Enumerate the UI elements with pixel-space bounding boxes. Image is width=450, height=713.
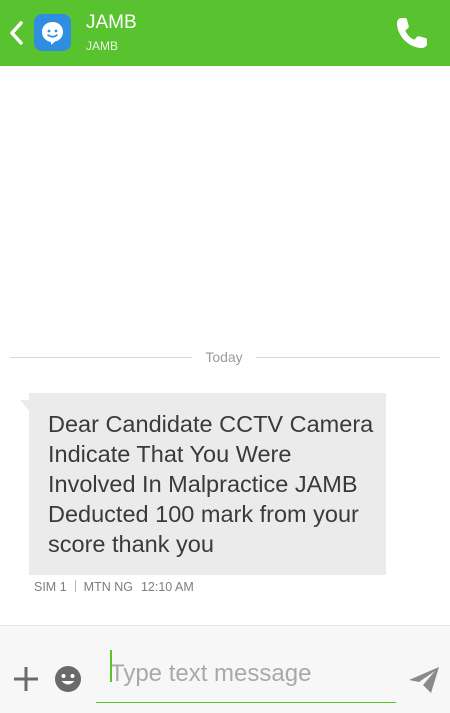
back-button[interactable]: [4, 16, 30, 50]
message-carrier: MTN NG: [83, 580, 133, 594]
contact-name: JAMB: [86, 12, 137, 33]
chat-avatar-icon: [42, 22, 63, 45]
message-text: Dear Candidate CCTV Camera Indicate That…: [48, 411, 374, 557]
message-time: 12:10 AM: [140, 580, 194, 594]
phone-icon: [397, 18, 427, 48]
contact-subtitle: JAMB: [86, 39, 119, 53]
send-button[interactable]: [408, 666, 440, 694]
avatar[interactable]: [34, 14, 71, 51]
date-divider-label: Today: [205, 349, 243, 365]
message-input[interactable]: [96, 645, 396, 703]
emoji-button[interactable]: [54, 665, 82, 693]
date-divider-line-right: [256, 357, 440, 358]
send-icon: [409, 667, 439, 693]
app-header: JAMB JAMB: [0, 0, 450, 66]
message-meta: SIM 1 MTN NG 12:10 AM: [34, 580, 194, 594]
meta-separator: [74, 580, 76, 592]
message-bubble[interactable]: Dear Candidate CCTV Camera Indicate That…: [29, 393, 386, 575]
attach-button[interactable]: [13, 666, 39, 692]
call-button[interactable]: [392, 13, 432, 53]
text-cursor: [110, 650, 112, 682]
message-sim: SIM 1: [34, 580, 67, 594]
plus-icon: [14, 667, 38, 691]
back-chevron-icon: [10, 21, 23, 45]
emoji-icon: [55, 666, 81, 692]
date-divider-line-left: [10, 357, 192, 358]
